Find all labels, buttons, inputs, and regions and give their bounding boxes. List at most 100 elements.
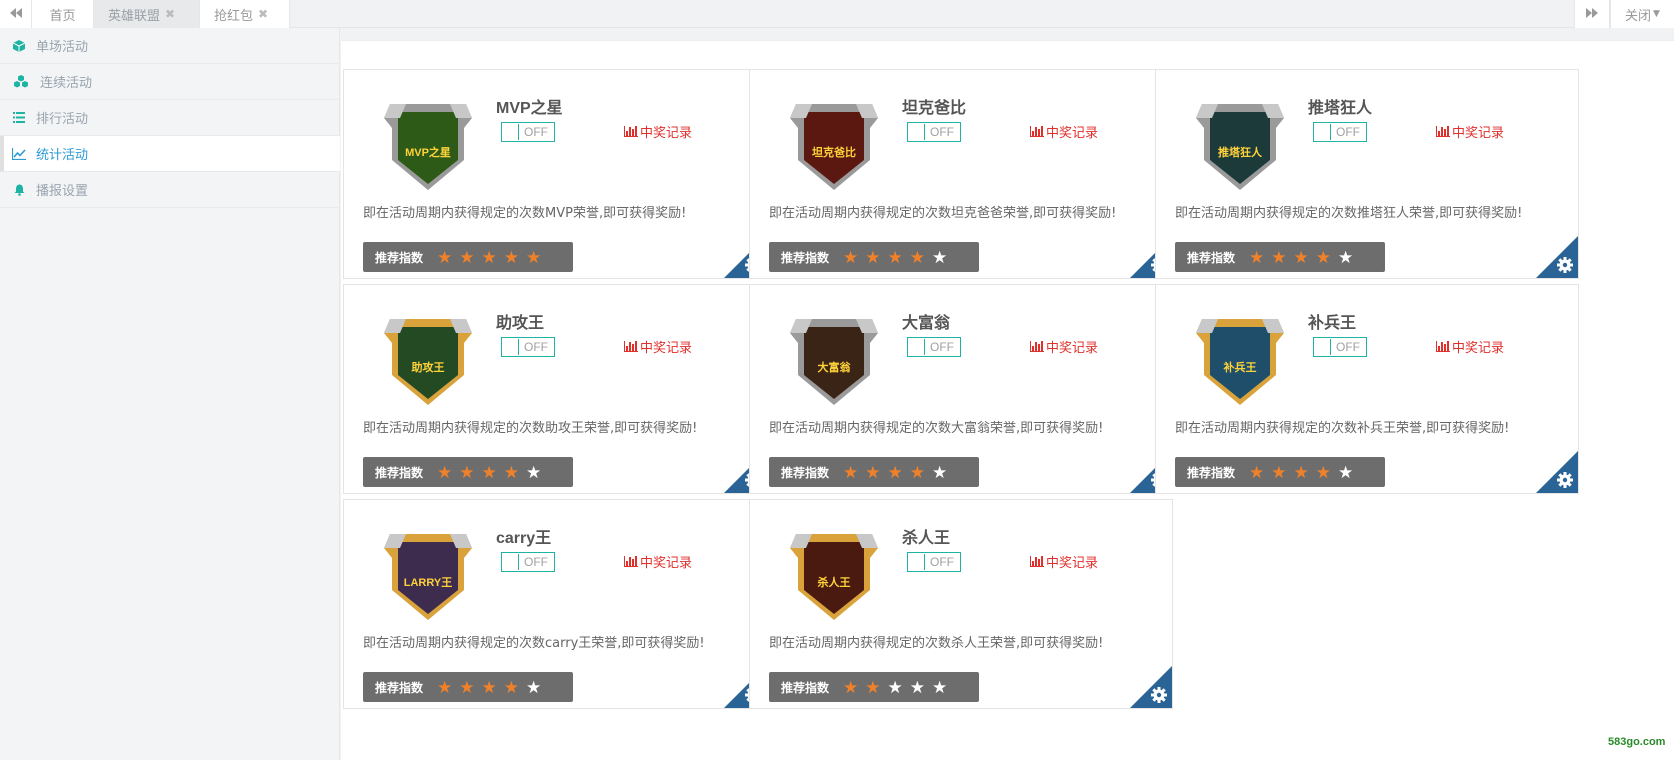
star-empty-icon: ★: [526, 462, 542, 483]
tab-scroll-left-button[interactable]: [0, 0, 32, 28]
rating-stars: ★ ★ ★ ★ ★: [843, 248, 954, 267]
bell-icon: [12, 183, 26, 197]
tab-label: 英雄联盟: [108, 8, 161, 24]
toggle-knob: [909, 554, 925, 570]
rating-stars: ★ ★ ★ ★ ★: [437, 248, 548, 267]
star-empty-icon: ★: [887, 677, 903, 698]
star-filled-icon: ★: [1249, 247, 1265, 268]
close-icon[interactable]: ✖: [258, 7, 268, 21]
star-empty-icon: ★: [932, 677, 948, 698]
winning-record-link[interactable]: 中奖记录: [624, 552, 692, 571]
toggle-knob: [503, 339, 519, 355]
svg-text:坦克爸比: 坦克爸比: [812, 145, 856, 159]
sidebar-item-ranking-activity[interactable]: 排行活动: [0, 100, 340, 136]
toggle-state-label: OFF: [524, 340, 548, 354]
svg-text:推塔狂人: 推塔狂人: [1218, 145, 1263, 159]
activity-toggle-switch[interactable]: OFF: [1313, 122, 1367, 142]
star-filled-icon: ★: [503, 462, 520, 483]
rating-label: 推荐指数: [375, 250, 424, 265]
bar-chart-icon: [624, 341, 638, 352]
sidebar-item-single-activity[interactable]: 单场活动: [0, 28, 340, 64]
star-empty-icon: ★: [932, 247, 948, 268]
star-filled-icon: ★: [909, 462, 926, 483]
toggle-knob: [1315, 339, 1331, 355]
toggle-state-label: OFF: [1336, 125, 1360, 139]
bar-chart-icon: [1030, 556, 1044, 567]
winning-record-link[interactable]: 中奖记录: [624, 337, 692, 356]
toggle-state-label: OFF: [524, 125, 548, 139]
activity-description: 即在活动周期内获得规定的次数大富翁荣誉,即可获得奖励!: [769, 421, 1104, 436]
star-filled-icon: ★: [1271, 247, 1287, 268]
star-filled-icon: ★: [481, 462, 497, 483]
bar-chart-icon: [1436, 341, 1450, 352]
settings-corner-button[interactable]: [1536, 451, 1578, 493]
winning-record-link[interactable]: 中奖记录: [1030, 337, 1098, 356]
star-filled-icon: ★: [437, 677, 453, 698]
rating-label: 推荐指数: [781, 465, 830, 480]
activity-badge-image: 推塔狂人: [1196, 104, 1284, 190]
watermark: 583go.com: [1608, 736, 1666, 748]
activity-toggle-switch[interactable]: OFF: [907, 552, 961, 572]
winning-record-link[interactable]: 中奖记录: [1030, 122, 1098, 141]
sidebar-item-broadcast-settings[interactable]: 播报设置: [0, 172, 340, 208]
star-filled-icon: ★: [865, 677, 881, 698]
tab-bar: 首页 英雄联盟 ✖ 抢红包 ✖ 关闭 ▼: [0, 0, 1674, 28]
activity-badge-image: 杀人王: [790, 534, 878, 620]
settings-corner-button[interactable]: [1536, 236, 1578, 278]
list-icon: [12, 111, 26, 125]
recommend-rating: 推荐指数 ★ ★ ★ ★ ★: [363, 242, 573, 272]
close-dropdown-button[interactable]: 关闭 ▼: [1610, 0, 1674, 28]
close-icon[interactable]: ✖: [165, 7, 175, 21]
activity-toggle-switch[interactable]: OFF: [501, 337, 555, 357]
activity-toggle-switch[interactable]: OFF: [501, 552, 555, 572]
rating-label: 推荐指数: [781, 680, 830, 695]
rating-stars: ★ ★ ★ ★ ★: [1249, 463, 1360, 482]
activity-title: 推塔狂人: [1308, 100, 1373, 117]
activity-panel: MVP之星 MVP之星 OFF 中奖记录 即在活动周期内获得规定的次数MVP荣誉…: [341, 40, 1674, 760]
caret-down-icon: ▼: [1653, 9, 1660, 19]
rating-label: 推荐指数: [1187, 250, 1236, 265]
activity-title: 坦克爸比: [902, 100, 967, 117]
activity-toggle-switch[interactable]: OFF: [907, 122, 961, 142]
tab-scroll-right-button[interactable]: [1574, 0, 1610, 28]
activity-title: 助攻王: [496, 315, 545, 332]
winning-record-link[interactable]: 中奖记录: [1436, 122, 1504, 141]
activity-card: 杀人王 杀人王 OFF 中奖记录 即在活动周期内获得规定的次数杀人王荣誉,即可获…: [749, 499, 1173, 709]
settings-corner-button[interactable]: [1130, 666, 1172, 708]
main-content: MVP之星 MVP之星 OFF 中奖记录 即在活动周期内获得规定的次数MVP荣誉…: [340, 28, 1674, 760]
winning-record-link[interactable]: 中奖记录: [624, 122, 692, 141]
activity-badge-image: LARRY王: [384, 534, 472, 620]
activity-badge-image: 大富翁: [790, 319, 878, 405]
bar-chart-icon: [1030, 126, 1044, 137]
star-filled-icon: ★: [481, 247, 497, 268]
winning-record-link[interactable]: 中奖记录: [1030, 552, 1098, 571]
tab-red-packet[interactable]: 抢红包 ✖: [200, 0, 290, 28]
tab-lol[interactable]: 英雄联盟 ✖: [94, 0, 200, 28]
star-filled-icon: ★: [865, 462, 881, 483]
toggle-knob: [909, 124, 925, 140]
double-left-arrow-icon: [9, 7, 22, 21]
activity-toggle-switch[interactable]: OFF: [501, 122, 555, 142]
activity-description: 即在活动周期内获得规定的次数补兵王荣誉,即可获得奖励!: [1175, 421, 1510, 436]
star-filled-icon: ★: [503, 677, 520, 698]
star-empty-icon: ★: [909, 677, 926, 698]
activity-card: LARRY王 carry王 OFF 中奖记录 即在活动周期内获得规定的次数car…: [343, 499, 767, 709]
winning-record-link[interactable]: 中奖记录: [1436, 337, 1504, 356]
sidebar-item-label: 连续活动: [40, 76, 93, 91]
toggle-state-label: OFF: [930, 555, 954, 569]
star-filled-icon: ★: [887, 462, 903, 483]
star-empty-icon: ★: [932, 462, 948, 483]
activity-toggle-switch[interactable]: OFF: [1313, 337, 1367, 357]
sidebar-item-label: 统计活动: [36, 148, 89, 163]
gear-icon: [1557, 472, 1573, 488]
sidebar-item-continuous-activity[interactable]: 连续活动: [0, 64, 340, 100]
winning-record-label: 中奖记录: [1046, 341, 1099, 356]
activity-toggle-switch[interactable]: OFF: [907, 337, 961, 357]
toggle-knob: [1315, 124, 1331, 140]
winning-record-label: 中奖记录: [1046, 556, 1099, 571]
tab-home[interactable]: 首页: [32, 0, 94, 28]
toggle-knob: [503, 124, 519, 140]
sidebar-item-statistics-activity[interactable]: 统计活动: [0, 136, 340, 172]
recommend-rating: 推荐指数 ★ ★ ★ ★ ★: [1175, 242, 1385, 272]
winning-record-label: 中奖记录: [640, 341, 693, 356]
